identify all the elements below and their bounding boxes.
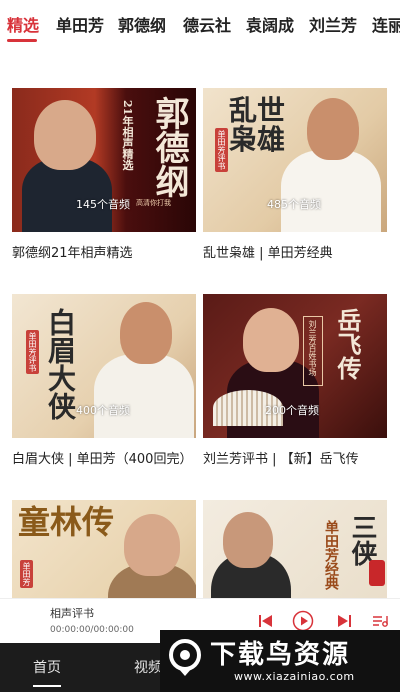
album-cover[interactable]: 刘兰芳百姓书场 岳飞传 200个音频	[203, 294, 387, 438]
watermark-url: www.xiazainiao.com	[234, 670, 355, 683]
category-tabs: 精选 单田芳 郭德纲 德云社 袁阔成 刘兰芳 连丽	[0, 0, 400, 48]
tab-jingxuan[interactable]: 精选	[7, 12, 39, 36]
audio-count: 400个音频	[76, 404, 130, 417]
cover-title-art: 三侠	[347, 514, 377, 566]
cover-title-art: 白眉大侠	[44, 308, 77, 420]
tab-guo-degang[interactable]: 郭德纲	[118, 12, 166, 36]
cover-tag-art: 高清你打我	[136, 199, 171, 207]
nav-video[interactable]: 视频	[134, 657, 162, 677]
watermark-title: 下载鸟资源	[210, 640, 351, 670]
tab-yuan-kuocheng[interactable]: 袁阔成	[246, 12, 294, 36]
audio-count: 485个音频	[267, 198, 321, 211]
next-icon[interactable]	[334, 611, 354, 631]
tab-deyunshe[interactable]: 德云社	[183, 12, 231, 36]
prev-icon[interactable]	[256, 611, 276, 631]
album-cover[interactable]: 郭德纲 21年相声精选 高清你打我 145个音频	[12, 88, 196, 232]
nav-active-indicator	[33, 685, 61, 687]
watermark: 下载鸟资源 www.xiazainiao.com	[160, 630, 400, 692]
audio-count: 200个音频	[265, 404, 319, 417]
album-title[interactable]: 刘兰芳评书 | 【新】岳飞传	[203, 448, 387, 467]
nav-home[interactable]: 首页	[33, 657, 61, 677]
cover-title-art: 童林传	[18, 503, 115, 541]
playlist-icon[interactable]	[370, 611, 390, 631]
cover-subtitle-art: 21年相声精选	[121, 100, 134, 171]
cover-seal-art: 单田芳评书	[215, 128, 228, 172]
album-cover[interactable]: 乱世枭雄 单田芳评书 485个音频	[203, 88, 387, 232]
cover-tag-art: 刘兰芳百姓书场	[308, 320, 317, 376]
album-title[interactable]: 白眉大侠 | 单田芳（400回完）	[12, 448, 196, 467]
tab-shan-tianfang[interactable]: 单田芳	[56, 12, 104, 36]
active-tab-indicator	[7, 39, 37, 42]
audio-count: 145个音频	[76, 198, 130, 211]
album-title[interactable]: 郭德纲21年相声精选	[12, 242, 196, 261]
album-title[interactable]: 乱世枭雄 | 单田芳经典	[203, 242, 387, 261]
cover-title-art: 郭德纲	[149, 96, 189, 198]
album-card[interactable]: 郭德纲 21年相声精选 高清你打我 145个音频 郭德纲21年相声精选	[12, 88, 196, 261]
cover-tag-art: 单田芳经典	[323, 520, 339, 590]
album-card[interactable]: 刘兰芳百姓书场 岳飞传 200个音频 刘兰芳评书 | 【新】岳飞传	[203, 294, 387, 467]
cover-seal-art: 单田芳评书	[26, 330, 39, 374]
player-title: 相声评书	[50, 607, 94, 620]
album-cover[interactable]: 白眉大侠 单田芳评书 400个音频	[12, 294, 196, 438]
cover-title-art: 乱世枭雄	[229, 94, 286, 157]
tab-liu-lanfang[interactable]: 刘兰芳	[309, 12, 357, 36]
cover-seal-art: 单田芳	[20, 560, 33, 588]
album-card[interactable]: 乱世枭雄 单田芳评书 485个音频 乱世枭雄 | 单田芳经典	[203, 88, 387, 261]
player-time: 00:00:00/00:00:00	[50, 625, 134, 635]
red-envelope-icon[interactable]	[369, 560, 385, 586]
play-icon[interactable]	[292, 610, 314, 632]
tab-lian-li[interactable]: 连丽	[372, 12, 400, 36]
cover-title-art: 岳飞传	[333, 308, 362, 380]
watermark-logo-icon	[168, 638, 202, 678]
album-card[interactable]: 白眉大侠 单田芳评书 400个音频 白眉大侠 | 单田芳（400回完）	[12, 294, 196, 467]
